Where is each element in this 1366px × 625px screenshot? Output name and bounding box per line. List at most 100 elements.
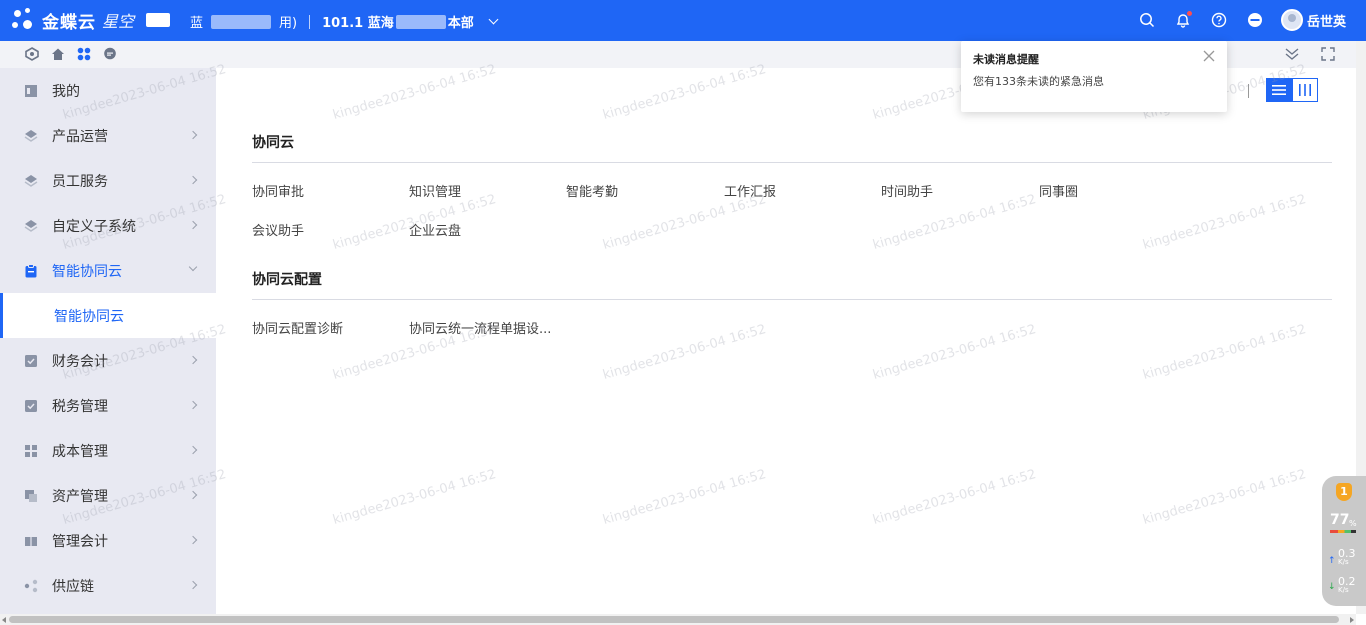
fullscreen-icon[interactable] (1320, 46, 1336, 62)
download-speed: 0.2 K/s (1328, 575, 1356, 594)
check-doc-icon (24, 354, 38, 368)
section-collab-config: 协同云配置 协同云配置诊断 协同云统一流程单据设... (252, 269, 1332, 337)
sidebar: 我的 产品运营 员工服务 自定义子系统 智能协同云 智能协同云 财务会计 税务管… (0, 68, 216, 614)
sidebar-item-label: 产品运营 (52, 128, 108, 145)
sidebar-item-product-ops[interactable]: 产品运营 (0, 113, 216, 158)
brand-icon[interactable] (24, 46, 40, 62)
org-dept: 本部 (447, 16, 474, 31)
alert-badge: 1 (1336, 483, 1352, 501)
link-config-diagnosis[interactable]: 协同云配置诊断 (252, 318, 343, 337)
notification-dot (1186, 11, 1192, 16)
link-enterprise-drive[interactable]: 企业云盘 (409, 220, 461, 239)
chevron-down-icon[interactable] (488, 14, 499, 25)
sidebar-item-label: 员工服务 (52, 173, 108, 190)
logo-subtitle: 星空 (102, 12, 135, 31)
sidebar-item-supply-chain[interactable]: 供应链 (0, 563, 216, 608)
link-meeting-assistant[interactable]: 会议助手 (252, 220, 304, 239)
link-work-report[interactable]: 工作汇报 (724, 181, 776, 200)
scroll-right-icon[interactable] (1350, 617, 1354, 623)
percent-unit: % (1349, 519, 1357, 528)
grid-icon (24, 444, 38, 458)
chevron-right-icon (188, 580, 198, 590)
org-name-prefix: 蓝 (190, 16, 204, 31)
sidebar-item-assets[interactable]: 资产管理 (0, 473, 216, 518)
avatar (1280, 9, 1303, 31)
org-separator (309, 14, 311, 29)
sidebar-item-finance[interactable]: 财务会计 (0, 338, 216, 383)
horizontal-scrollbar[interactable] (0, 614, 1356, 625)
sidebar-item-mine[interactable]: 我的 (0, 68, 216, 113)
chevron-right-icon (188, 490, 198, 500)
layers-icon (24, 219, 38, 233)
bell-icon[interactable] (1173, 10, 1193, 30)
sidebar-item-label: 自定义子系统 (52, 218, 136, 235)
column-view-icon[interactable] (1292, 78, 1318, 102)
sidebar-item-mgmt-accounting[interactable]: 管理会计 (0, 518, 216, 563)
chevron-right-icon (188, 535, 198, 545)
sidebar-item-label: 税务管理 (52, 398, 108, 415)
asset-icon (24, 489, 38, 503)
sidebar-item-label: 供应链 (52, 578, 94, 595)
section-collab-cloud: 协同云 协同审批 知识管理 智能考勤 工作汇报 时间助手 同事圈 会议助手 企业… (252, 132, 1332, 239)
sidebar-item-smart-collab[interactable]: 智能协同云 (0, 248, 216, 293)
sidebar-item-custom-subsystem[interactable]: 自定义子系统 (0, 203, 216, 248)
search-icon[interactable] (1137, 10, 1157, 30)
sidebar-item-label: 管理会计 (52, 533, 108, 550)
link-collab-approval[interactable]: 协同审批 (252, 181, 304, 200)
chevron-right-icon (188, 445, 198, 455)
logo[interactable]: 金蝶云 星空 (12, 7, 171, 33)
nodes-icon (24, 579, 38, 593)
sidebar-item-employee-service[interactable]: 员工服务 (0, 158, 216, 203)
sidebar-item-cost[interactable]: 成本管理 (0, 428, 216, 473)
list-view-icon[interactable] (1266, 78, 1292, 102)
org-name-suffix: 用) (279, 16, 298, 31)
logo-dots-icon (12, 8, 36, 32)
org-switcher[interactable]: 蓝 用) 101.1 蓝海 本部 (190, 12, 499, 31)
usage-bar (1330, 530, 1356, 533)
sidebar-item-label: 成本管理 (52, 443, 108, 460)
close-icon[interactable] (1203, 50, 1215, 62)
user-name: 岳世英 (1306, 14, 1346, 30)
help-icon[interactable] (1209, 10, 1229, 30)
link-knowledge-mgmt[interactable]: 知识管理 (409, 181, 461, 200)
system-monitor-widget[interactable]: 1 77 % ↑ 0.3 K/s ↓ 0.2 K/s (1322, 476, 1366, 606)
view-toggle (1266, 78, 1318, 102)
section-title: 协同云 (252, 135, 294, 151)
toast-title: 未读消息提醒 (973, 53, 1039, 66)
book-icon (24, 534, 38, 548)
org-code: 101.1 蓝海 (322, 16, 394, 31)
sidebar-item-tax[interactable]: 税务管理 (0, 383, 216, 428)
chevron-right-icon (188, 355, 198, 365)
chat-icon[interactable] (102, 46, 118, 62)
chevron-right-icon (188, 130, 198, 140)
section-divider (252, 299, 1332, 300)
logo-badge (146, 13, 171, 27)
layers-icon (24, 129, 38, 143)
link-unified-flow-settings[interactable]: 协同云统一流程单据设... (409, 318, 551, 337)
link-smart-attendance[interactable]: 智能考勤 (566, 181, 618, 200)
toolbar-divider (1248, 84, 1249, 98)
memory-percent: 77 (1330, 512, 1350, 528)
sidebar-item-label: 智能协同云 (52, 263, 122, 280)
home-icon[interactable] (50, 46, 66, 62)
layers-icon (24, 174, 38, 188)
scroll-thumb[interactable] (9, 616, 1339, 623)
sidebar-item-label: 我的 (52, 83, 80, 100)
check-doc-icon (24, 399, 38, 413)
toast-message: 您有133条未读的紧急消息 (973, 75, 1104, 88)
upload-speed: 0.3 K/s (1328, 547, 1356, 566)
profile-card-icon (24, 84, 38, 98)
logo-text: 金蝶云 (42, 12, 96, 33)
scroll-left-icon[interactable] (2, 617, 6, 623)
notification-toast[interactable]: 未读消息提醒 您有133条未读的紧急消息 (961, 41, 1227, 112)
apps-grid-icon[interactable] (76, 46, 92, 62)
user-menu[interactable]: 岳世英 (1280, 9, 1346, 31)
minus-circle-icon[interactable] (1245, 10, 1265, 30)
redacted-org (211, 14, 272, 29)
collapse-down-icon[interactable] (1284, 46, 1300, 62)
link-colleague-circle[interactable]: 同事圈 (1039, 181, 1078, 200)
link-time-assistant[interactable]: 时间助手 (881, 181, 933, 200)
sidebar-item-label: 资产管理 (52, 488, 108, 505)
top-bar: 金蝶云 星空 蓝 用) 101.1 蓝海 本部 岳世英 (0, 0, 1366, 41)
sidebar-subitem-smart-collab[interactable]: 智能协同云 (0, 293, 216, 338)
